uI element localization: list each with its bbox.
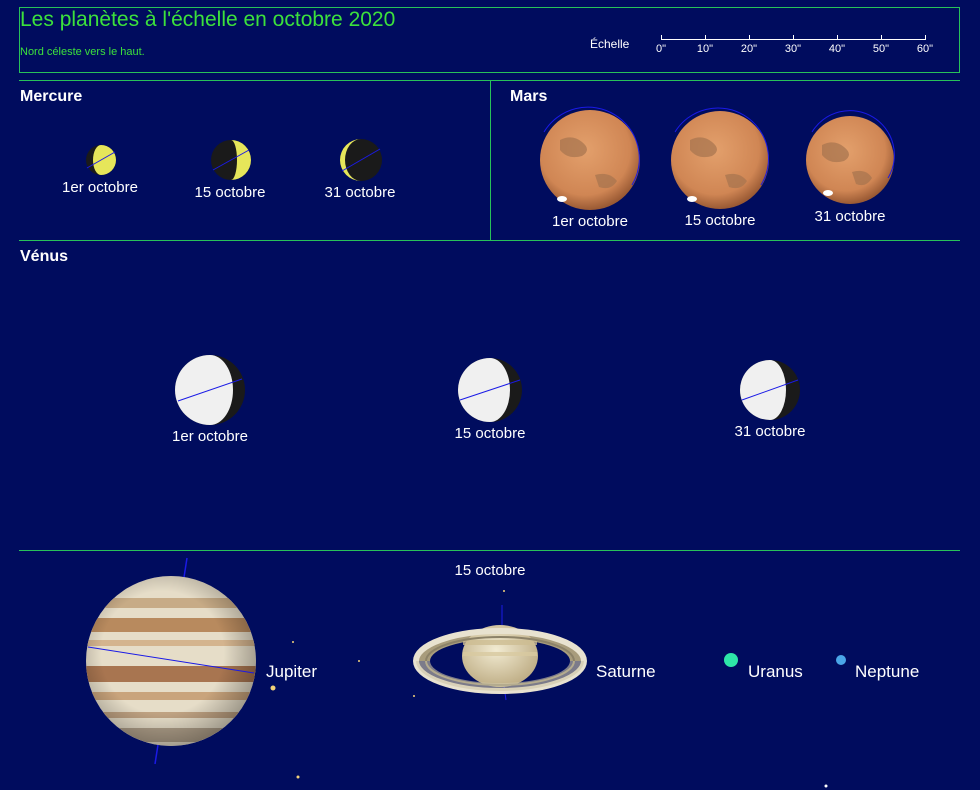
uranus-label: Uranus [748,662,803,681]
mercury-date-oct-1: 1er octobre [62,179,138,196]
saturn-moon [413,695,415,697]
saturn-label: Saturne [596,662,656,681]
neptune-label: Neptune [855,662,920,681]
jupiter [86,557,256,765]
mars-oct-31 [806,110,895,204]
uranus [724,653,738,667]
mars-date-oct-15: 15 octobre [684,212,756,229]
saturn-moon [503,590,505,592]
mercury-oct-15 [211,140,251,180]
venus-oct-1 [175,355,245,425]
neptune [836,655,846,665]
venus-date-oct-1: 1er octobre [172,428,248,445]
mars-date-oct-31: 31 octobre [814,208,886,225]
mars-date-oct-1: 1er octobre [552,213,628,230]
jupiter-moon [292,641,294,643]
venus-oct-31 [740,360,800,420]
venus-oct-15 [458,358,522,422]
planets-canvas [86,106,895,788]
mars-oct-1 [540,106,640,210]
mercury-oct-1 [86,145,116,175]
saturn-moon [824,784,828,788]
jupiter-moon [270,685,276,691]
mercury-date-oct-15: 15 octobre [194,184,266,201]
mercury-oct-31 [340,139,382,181]
jupiter-moon [296,775,300,779]
venus-date-oct-15: 15 octobre [454,425,526,442]
mars-oct-15 [671,107,769,209]
saturn [413,605,587,701]
venus-date-oct-31: 31 octobre [734,423,806,440]
jupiter-moon [358,660,360,662]
mercury-date-oct-31: 31 octobre [324,184,396,201]
jupiter-label: Jupiter [266,662,318,681]
